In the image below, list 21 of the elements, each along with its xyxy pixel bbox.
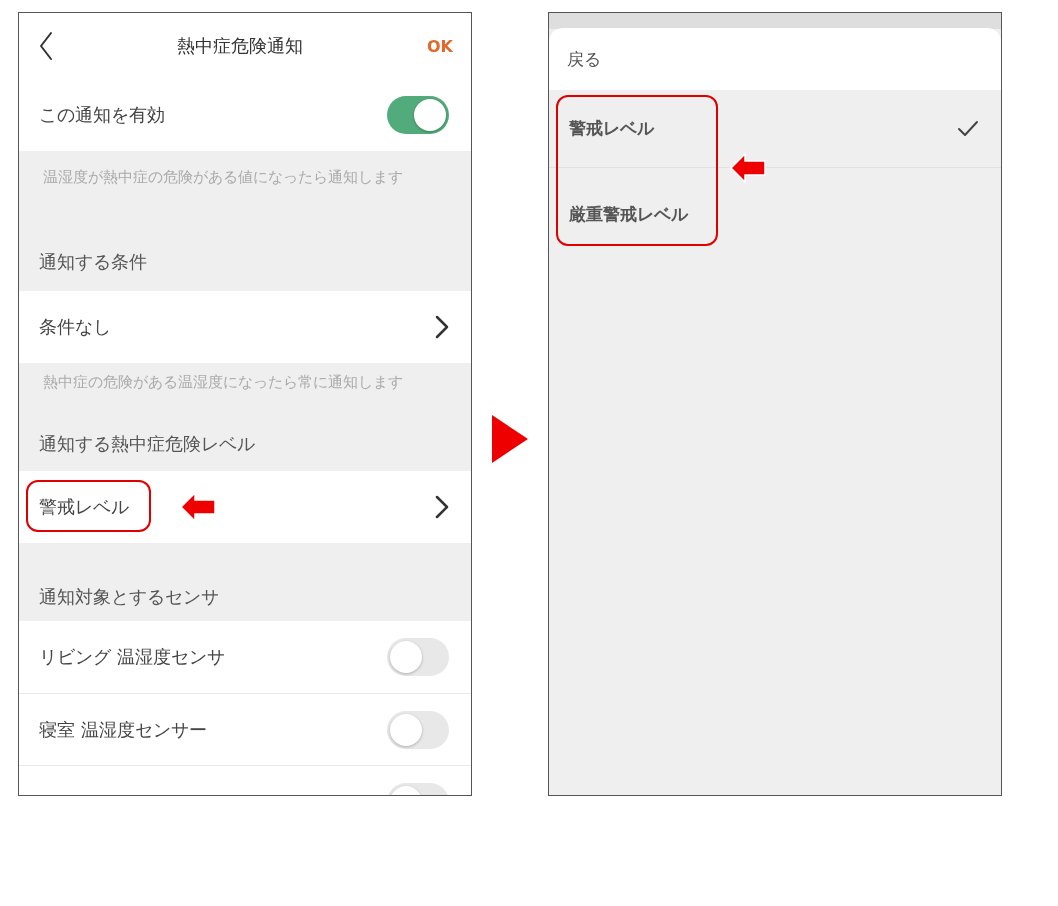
check-icon [957,119,979,138]
level-row[interactable]: 警戒レベル [19,471,471,543]
toggle-switch[interactable] [387,638,449,676]
setting-label: この通知を有効 [39,103,165,127]
back-icon[interactable] [39,31,53,61]
section-heading: 通知する条件 [38,250,148,274]
sensor-label: 寝室 温湿度センサー [39,717,207,742]
condition-row[interactable]: 条件なし [19,291,471,363]
arrow-right-icon [492,415,528,463]
chevron-right-icon [435,315,449,339]
section-heading: 通知対象とするセンサ [38,585,220,609]
hint-text: 熱中症の危険がある温湿度になったら常に通知します [42,371,404,393]
screen-title: 熱中症危険通知 [177,34,303,58]
toggle-switch[interactable] [387,710,449,749]
back-link[interactable]: 戻る [567,47,601,71]
toggle-switch[interactable] [387,96,449,134]
sensor-label: リビング 温湿度センサ [39,645,225,669]
hint-text: 温湿度が熱中症の危険がある値になったら通知します [42,166,404,188]
arrow-icon [729,152,767,184]
section-heading: 通知する熱中症危険レベル [38,432,256,456]
chevron-right-icon [435,495,449,519]
